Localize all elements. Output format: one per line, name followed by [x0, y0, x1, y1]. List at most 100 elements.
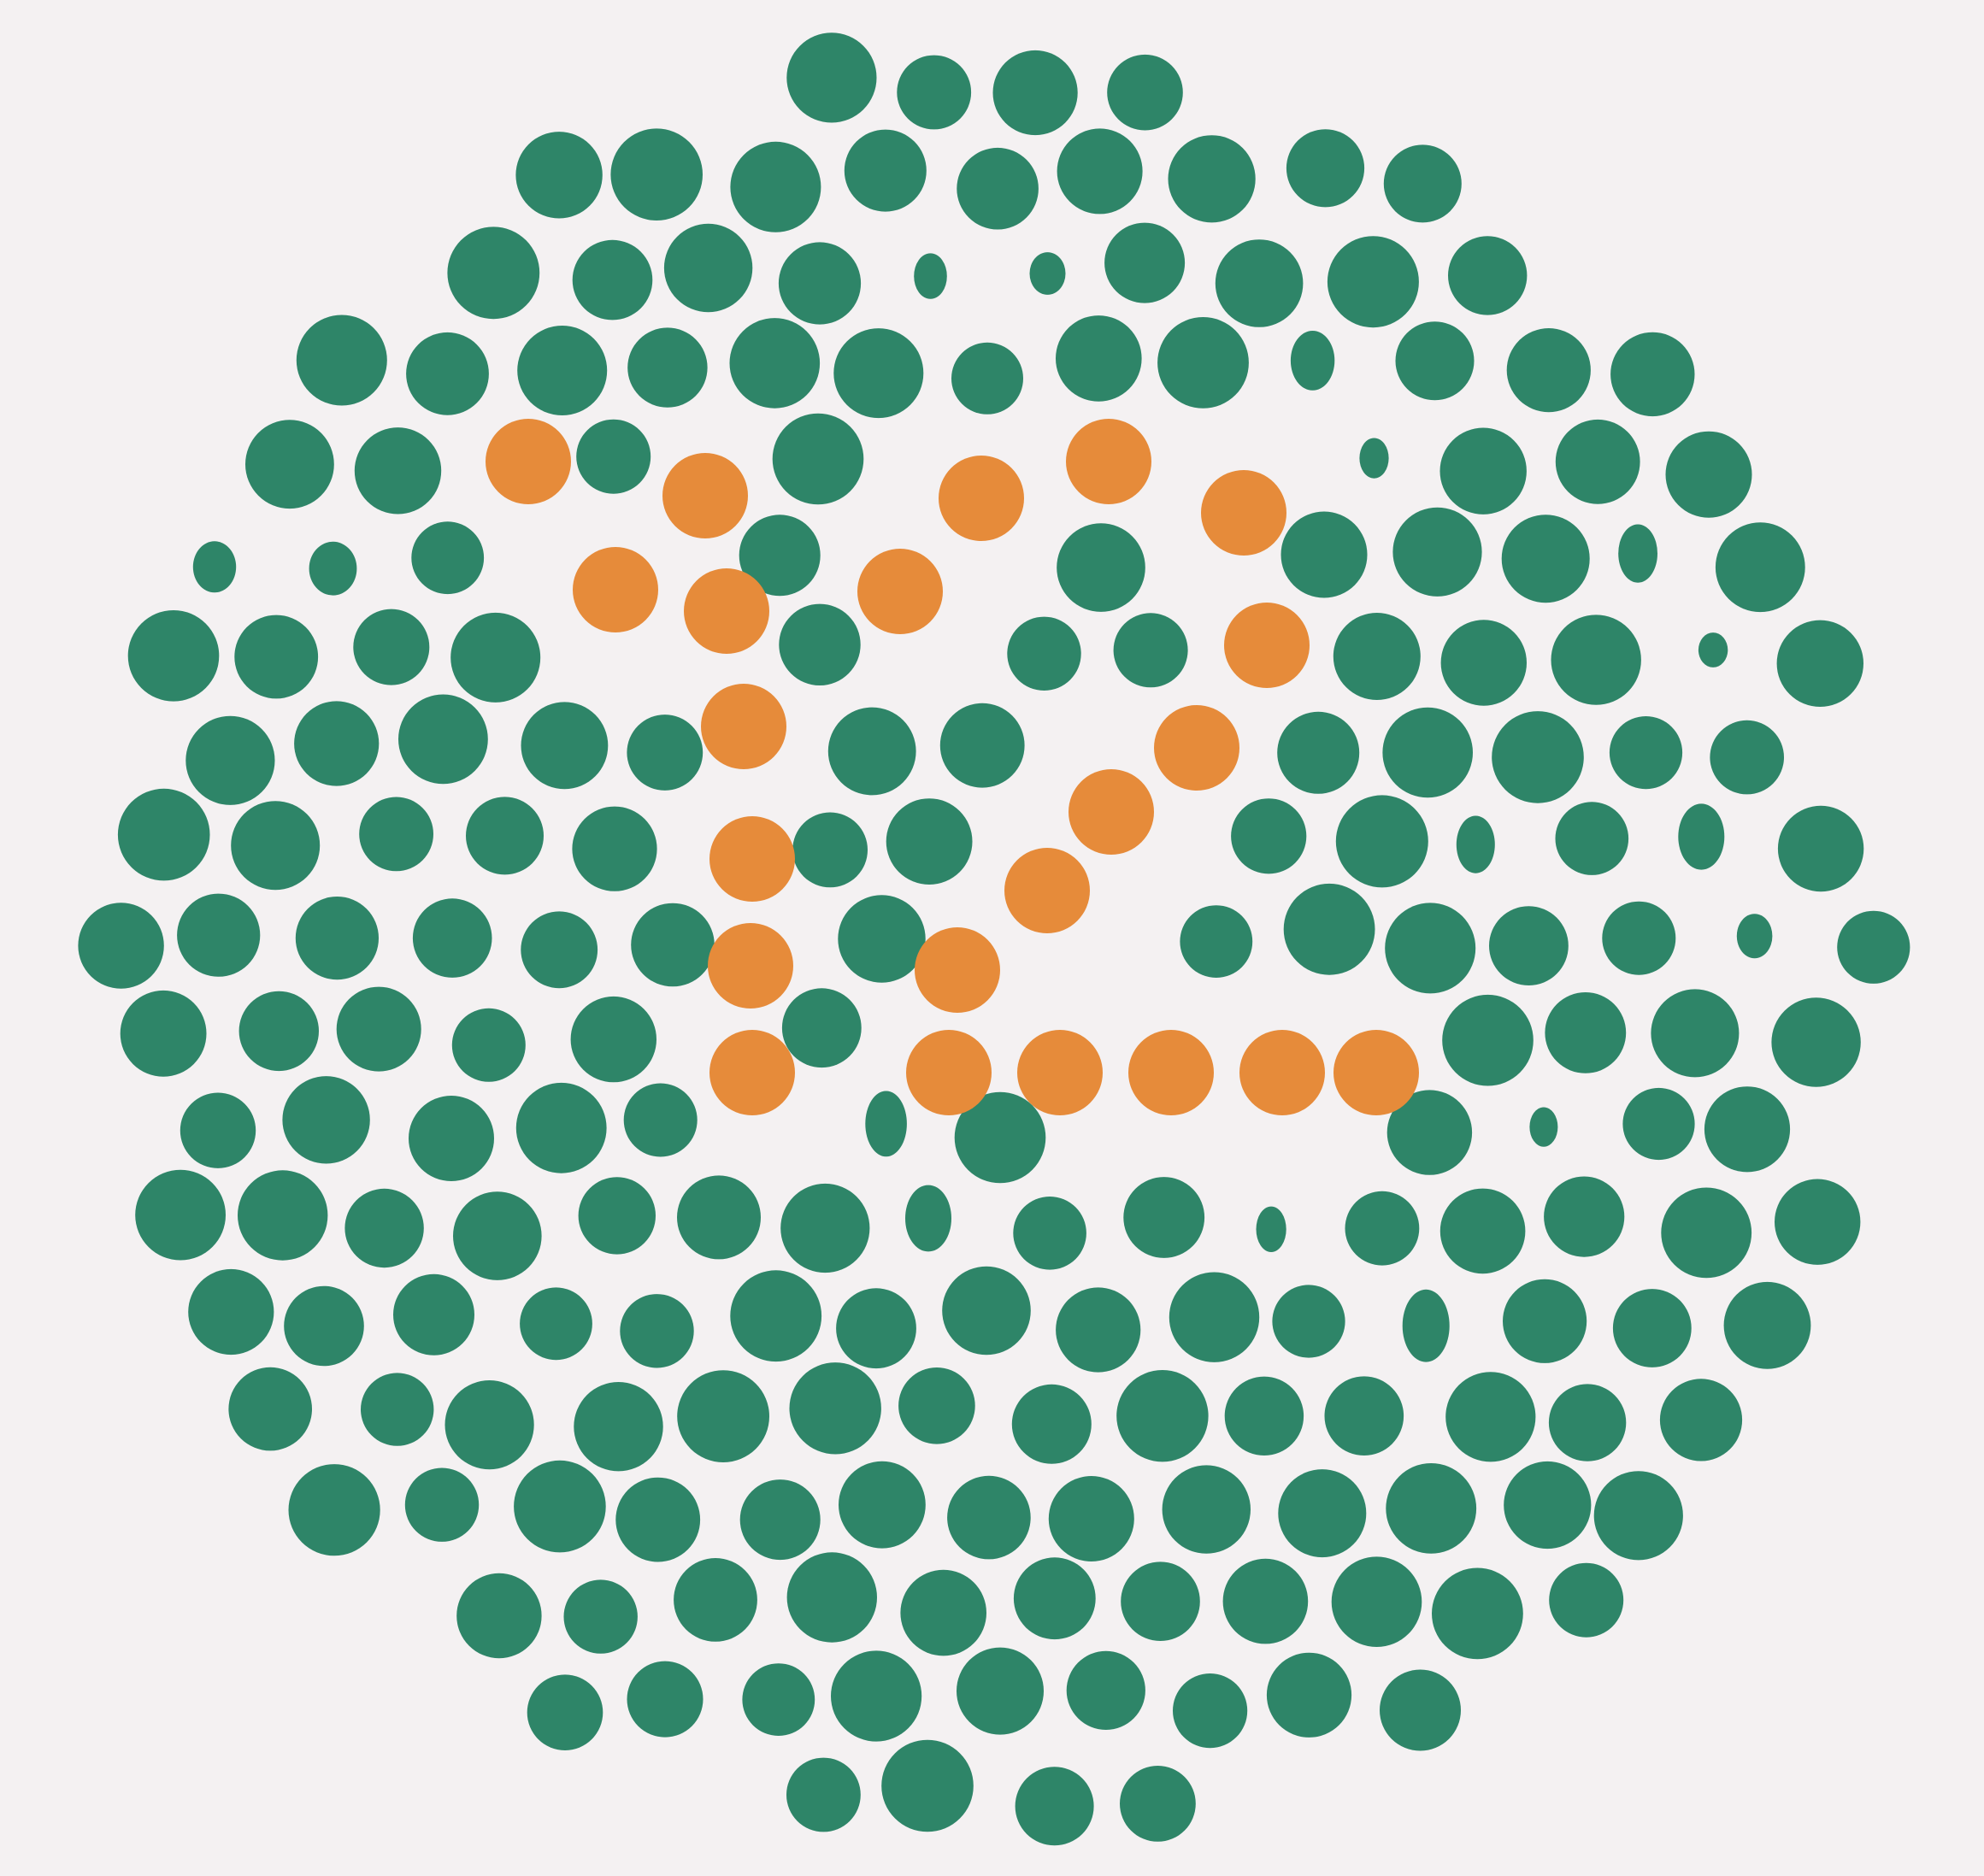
figure-dot — [709, 816, 795, 902]
background-dot — [120, 990, 207, 1077]
background-dot — [1659, 1379, 1743, 1461]
background-dot — [1385, 903, 1476, 994]
background-dot — [779, 603, 861, 685]
background-dot — [1392, 507, 1482, 597]
background-dot — [344, 1188, 424, 1268]
background-dot — [1157, 317, 1249, 409]
background-dot — [627, 1661, 704, 1738]
background-dots — [78, 32, 1910, 1846]
background-dot — [444, 1380, 534, 1470]
background-dot — [572, 239, 653, 321]
background-dot — [1056, 315, 1142, 402]
background-dot — [521, 702, 609, 790]
background-dot — [521, 911, 598, 989]
background-dot — [192, 541, 237, 593]
background-dot — [1661, 1187, 1752, 1279]
figure-dot — [486, 419, 571, 504]
background-dot — [1013, 1197, 1086, 1270]
background-dot — [881, 1739, 974, 1832]
background-dot — [1324, 1376, 1404, 1456]
background-dot — [1290, 331, 1335, 391]
background-dot — [1555, 802, 1629, 875]
background-dot — [778, 242, 862, 325]
background-dot — [1710, 720, 1784, 795]
background-dot — [288, 1464, 380, 1556]
background-dot — [404, 1467, 480, 1542]
background-dot — [1395, 321, 1475, 401]
background-dot — [897, 55, 972, 130]
background-dot — [1382, 707, 1473, 798]
background-dot — [833, 328, 924, 419]
background-dot — [729, 318, 821, 409]
background-dot — [1272, 1285, 1345, 1358]
background-dot — [905, 1185, 951, 1252]
background-dot — [865, 1091, 907, 1157]
background-dot — [1489, 906, 1569, 985]
background-dot — [900, 1569, 986, 1656]
background-dot — [1335, 795, 1428, 888]
background-dot — [772, 413, 864, 505]
background-dot — [450, 612, 541, 703]
background-dot — [1440, 620, 1528, 706]
background-dot — [1359, 438, 1389, 479]
background-dot — [1113, 613, 1188, 688]
background-dot — [844, 129, 927, 212]
figure-dot — [1333, 1030, 1419, 1115]
background-dot — [610, 128, 703, 221]
background-dot — [517, 326, 608, 415]
figure-dot — [1004, 848, 1090, 933]
background-dot — [188, 1268, 274, 1356]
background-dot — [578, 1177, 656, 1255]
background-dot — [451, 1008, 526, 1082]
background-dot — [520, 1287, 592, 1361]
figure-dot — [1239, 1030, 1325, 1115]
background-dot — [1029, 252, 1066, 295]
background-dot — [514, 1460, 606, 1553]
background-dot — [1286, 129, 1365, 208]
background-dot — [1602, 901, 1676, 975]
background-dot — [238, 1170, 328, 1261]
background-dot — [836, 1288, 916, 1369]
background-dot — [245, 420, 334, 509]
background-dot — [1736, 914, 1773, 959]
background-dot — [177, 893, 261, 977]
background-dot — [1057, 128, 1143, 215]
background-dot — [1545, 992, 1627, 1073]
background-dot — [295, 897, 379, 980]
background-dot — [1610, 332, 1695, 417]
background-dot — [1121, 1561, 1200, 1641]
figure-dot — [1017, 1030, 1103, 1115]
background-dot — [1439, 1188, 1526, 1274]
background-dot — [398, 694, 488, 785]
background-dot — [412, 898, 492, 978]
background-dot — [1231, 798, 1307, 874]
color-test-plate — [78, 32, 1910, 1846]
background-dot — [786, 1552, 877, 1643]
background-dot — [677, 1175, 761, 1260]
background-dot — [1506, 328, 1591, 413]
background-dot — [406, 332, 489, 415]
background-dot — [957, 147, 1039, 230]
background-dot — [1048, 1476, 1134, 1561]
background-dot — [1180, 905, 1253, 978]
background-dot — [231, 801, 321, 891]
background-dot — [1011, 1384, 1092, 1464]
background-dot — [780, 1183, 870, 1273]
background-dot — [1104, 222, 1186, 303]
background-dot — [78, 903, 164, 989]
background-dot — [942, 1266, 1031, 1356]
background-dot — [1402, 1289, 1450, 1362]
background-dot — [1448, 236, 1528, 315]
background-dot — [1162, 1465, 1251, 1554]
background-dot — [361, 1373, 434, 1446]
background-dot — [135, 1169, 226, 1261]
figure-dot — [1224, 603, 1310, 688]
background-dot — [1327, 236, 1419, 328]
background-dot — [1345, 1191, 1420, 1266]
background-dot — [1222, 1558, 1309, 1644]
background-dot — [1504, 1461, 1592, 1550]
background-dot — [296, 315, 387, 406]
background-dot — [1501, 515, 1590, 603]
background-dot — [574, 1382, 663, 1472]
background-dot — [1678, 803, 1725, 870]
